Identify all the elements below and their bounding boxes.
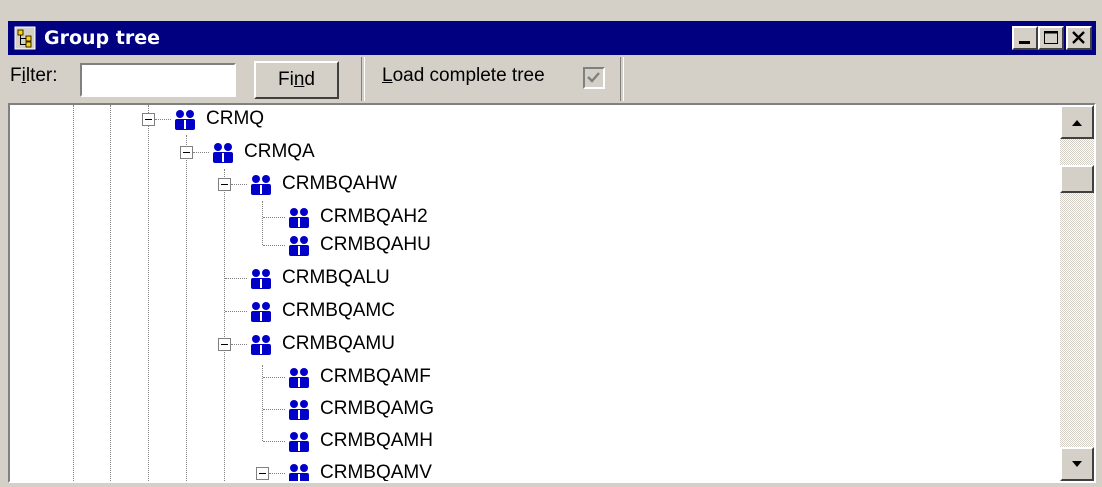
- group-icon: [289, 368, 309, 388]
- minimize-icon: [1019, 41, 1030, 44]
- vertical-scrollbar[interactable]: [1060, 105, 1094, 481]
- tree-branch-line: [231, 184, 247, 185]
- tree-branch-line: [155, 119, 171, 120]
- tree-guide-line: [73, 105, 74, 481]
- group-tree-view[interactable]: CRMQ CRMQA CRMBQAHW CRMBQAH2 CRMBQAHU CR…: [8, 103, 1096, 483]
- tree-node-label[interactable]: CRMQA: [244, 141, 315, 163]
- arrow-up-icon: [1072, 120, 1082, 126]
- tree-node-label[interactable]: CRMBQAMV: [320, 462, 432, 481]
- group-icon: [213, 143, 233, 163]
- tree-branch-line: [225, 311, 247, 312]
- tree-node-label[interactable]: CRMBQAHW: [282, 173, 397, 195]
- close-icon: [1072, 31, 1085, 44]
- tree-node-label[interactable]: CRMBQAMC: [282, 300, 395, 322]
- tree-guide-line: [148, 105, 149, 481]
- tree-node-label[interactable]: CRMBQAMG: [320, 398, 434, 420]
- group-icon: [289, 236, 309, 256]
- tree-branch-line: [263, 217, 285, 218]
- tree-branch-line: [193, 152, 209, 153]
- collapse-toggle[interactable]: [142, 113, 155, 126]
- collapse-toggle[interactable]: [180, 146, 193, 159]
- tree-node-label[interactable]: CRMQ: [206, 108, 264, 130]
- filter-input[interactable]: [80, 63, 236, 97]
- tree-guide-line: [262, 201, 263, 245]
- collapse-toggle[interactable]: [218, 338, 231, 351]
- tree-guide-line: [224, 169, 225, 481]
- title-bar[interactable]: Group tree: [8, 21, 1096, 55]
- group-icon: [251, 302, 271, 322]
- toolbar-separator: [620, 57, 624, 101]
- tree-branch-line: [263, 377, 285, 378]
- tree-guide-line: [110, 105, 111, 481]
- maximize-icon: [1044, 31, 1058, 44]
- tree-branch-line: [269, 473, 285, 474]
- find-button[interactable]: Find: [254, 61, 339, 99]
- group-icon: [289, 432, 309, 452]
- tree-branch-line: [263, 409, 285, 410]
- minimize-button[interactable]: [1012, 26, 1038, 50]
- checkmark-icon: [587, 72, 600, 83]
- group-icon: [251, 269, 271, 289]
- toolbar: Filter: Find Load complete tree: [8, 55, 1096, 103]
- tree-branch-line: [263, 441, 285, 442]
- tree-node-label[interactable]: CRMBQAMU: [282, 333, 395, 355]
- window-title: Group tree: [44, 27, 160, 49]
- group-icon: [289, 464, 309, 481]
- tree-node-label[interactable]: CRMBQAHU: [320, 234, 431, 256]
- filter-label: Filter:: [10, 65, 58, 86]
- tree-node-label[interactable]: CRMBQALU: [282, 267, 390, 289]
- tree-app-icon: [14, 26, 36, 50]
- load-complete-tree-checkbox[interactable]: [583, 67, 605, 89]
- scroll-down-button[interactable]: [1060, 447, 1094, 481]
- scroll-thumb[interactable]: [1060, 165, 1094, 193]
- load-complete-tree-label[interactable]: Load complete tree: [382, 65, 545, 87]
- group-icon: [251, 175, 271, 195]
- collapse-toggle[interactable]: [218, 178, 231, 191]
- maximize-button[interactable]: [1038, 26, 1064, 50]
- group-icon: [289, 208, 309, 228]
- scroll-up-button[interactable]: [1060, 105, 1094, 139]
- collapse-toggle[interactable]: [256, 467, 269, 480]
- close-button[interactable]: [1066, 26, 1092, 50]
- toolbar-separator: [361, 57, 365, 101]
- tree-branch-line: [225, 278, 247, 279]
- tree-node-label[interactable]: CRMBQAH2: [320, 206, 428, 228]
- group-icon: [289, 400, 309, 420]
- group-tree-window: Group tree Filter: Find Load complete tr…: [0, 0, 1102, 487]
- group-icon: [175, 110, 195, 130]
- tree-node-label[interactable]: CRMBQAMF: [320, 366, 431, 388]
- tree-node-label[interactable]: CRMBQAMH: [320, 430, 433, 452]
- arrow-down-icon: [1072, 461, 1082, 467]
- group-icon: [251, 335, 271, 355]
- tree-branch-line: [231, 344, 247, 345]
- tree-guide-line: [186, 135, 187, 481]
- tree-branch-line: [263, 245, 285, 246]
